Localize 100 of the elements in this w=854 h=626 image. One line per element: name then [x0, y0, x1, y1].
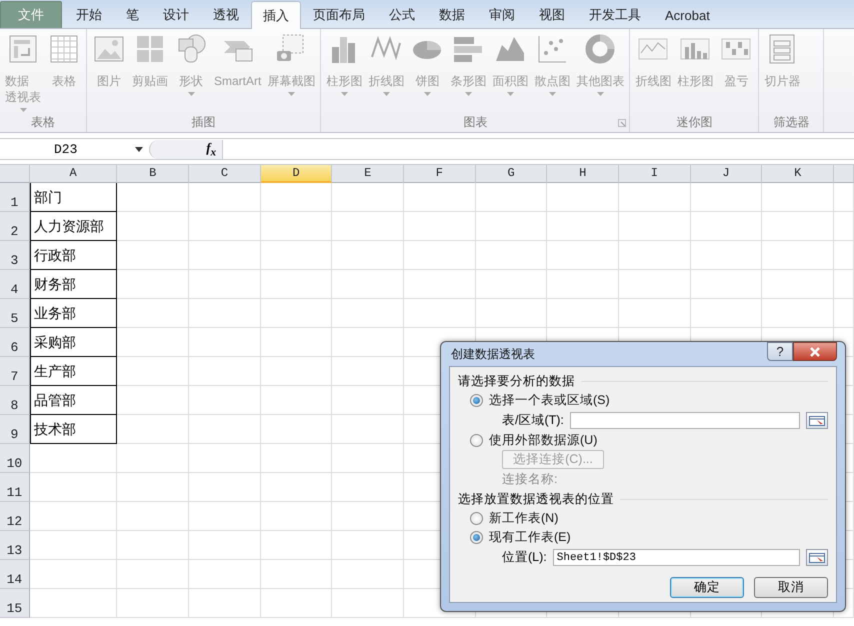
row-header[interactable]: 14 — [0, 560, 30, 589]
table-cell — [189, 270, 261, 299]
row-header[interactable]: 9 — [0, 415, 30, 444]
table-cell — [260, 270, 332, 299]
location-field[interactable]: Sheet1!$D$23 — [552, 549, 800, 566]
table-cell: 部门 — [30, 183, 118, 212]
group-label: 筛选器 — [773, 114, 810, 130]
column-header[interactable]: H — [547, 165, 620, 183]
table-cell — [189, 560, 261, 589]
row-header[interactable]: 7 — [0, 357, 30, 386]
row-header[interactable]: 10 — [0, 444, 30, 473]
table-cell — [476, 183, 548, 212]
table-cell — [260, 473, 332, 502]
table-cell — [834, 212, 854, 241]
table-cell — [260, 183, 332, 212]
table-cell — [404, 299, 476, 328]
table-cell — [404, 270, 476, 299]
row-header[interactable]: 13 — [0, 531, 30, 560]
table-cell — [834, 299, 854, 328]
column-header[interactable]: F — [404, 165, 476, 183]
row-header[interactable]: 1 — [0, 183, 30, 212]
table-cell — [189, 328, 261, 357]
table-cell: 业务部 — [30, 299, 118, 328]
table-cell — [690, 183, 762, 212]
row-header[interactable]: 2 — [0, 212, 30, 241]
ribbon-tab[interactable]: 公式 — [377, 1, 427, 28]
radio-option[interactable]: 现有工作表(E) — [458, 528, 828, 547]
row-header[interactable]: 12 — [0, 502, 30, 531]
table-cell: 财务部 — [30, 270, 118, 299]
table-cell — [260, 241, 332, 270]
table-cell — [834, 241, 854, 270]
ribbon-tab[interactable]: 笔 — [114, 1, 151, 28]
dropdown-arrow-icon[interactable] — [135, 146, 143, 152]
name-box[interactable]: D23 — [0, 142, 135, 156]
row-header[interactable]: 4 — [0, 270, 30, 299]
table-cell — [404, 183, 476, 212]
row-header[interactable]: 5 — [0, 299, 30, 328]
ribbon-tab[interactable]: Acrobat — [653, 1, 722, 28]
ribbon-tab[interactable]: 透视 — [201, 1, 251, 28]
insert-function-button[interactable]: f$_{x}$ — [206, 140, 216, 158]
table-cell — [189, 531, 261, 560]
group-label: 图表 — [462, 114, 488, 130]
table-cell — [476, 241, 548, 270]
dialog-button[interactable]: 确定 — [670, 577, 744, 598]
range-field[interactable] — [570, 412, 800, 429]
ribbon-tab[interactable]: 视图 — [527, 1, 577, 28]
ribbon-tab[interactable]: 页面布局 — [301, 1, 377, 28]
connection-name-label: 连接名称: — [501, 470, 558, 488]
radio-option[interactable]: 选择一个表或区域(S) — [458, 391, 828, 410]
row-header[interactable]: 3 — [0, 241, 30, 270]
table-cell — [690, 241, 762, 270]
table-cell — [189, 357, 261, 386]
radio-option[interactable]: 使用外部数据源(U) — [458, 431, 828, 450]
table-cell — [690, 270, 762, 299]
column-header[interactable]: I — [619, 165, 691, 183]
table-cell: 采购部 — [30, 328, 118, 357]
ribbon-tab[interactable]: 开始 — [64, 1, 114, 28]
column-header[interactable]: C — [189, 165, 261, 183]
table-cell — [189, 386, 261, 415]
row-header[interactable]: 15 — [0, 589, 30, 618]
ribbon-tab[interactable]: 审阅 — [477, 1, 527, 28]
dialog-title: 创建数据透视表 — [450, 346, 535, 362]
table-cell: 行政部 — [30, 241, 118, 270]
ribbon-tab[interactable]: 开发工具 — [577, 1, 653, 28]
table-cell — [260, 299, 332, 328]
radio-option[interactable]: 新工作表(N) — [458, 509, 828, 528]
table-cell — [260, 589, 332, 618]
pivot-table-icon — [7, 33, 39, 65]
range-picker-icon — [809, 552, 825, 562]
clip-art-icon — [134, 33, 166, 65]
row-header[interactable]: 8 — [0, 386, 30, 415]
ribbon-tab[interactable]: 数据 — [427, 1, 477, 28]
table-cell — [189, 502, 261, 531]
table-cell — [619, 183, 691, 212]
table-cell — [476, 270, 548, 299]
column-header[interactable]: A — [30, 165, 118, 183]
table-cell — [690, 212, 762, 241]
dialog-button[interactable]: 取消 — [754, 577, 828, 598]
table-cell — [189, 473, 261, 502]
row-header[interactable]: 6 — [0, 328, 30, 357]
help-button[interactable]: ? — [767, 342, 793, 361]
column-header[interactable]: E — [332, 165, 404, 183]
row-header[interactable]: 11 — [0, 473, 30, 502]
table-cell: 人力资源部 — [30, 212, 118, 241]
donut-chart-icon — [584, 33, 616, 65]
column-header[interactable]: J — [690, 165, 762, 183]
ribbon-tab[interactable]: 设计 — [151, 1, 201, 28]
table-icon — [48, 33, 80, 65]
column-header[interactable]: G — [476, 165, 548, 183]
field-label: 位置(L): — [502, 549, 547, 566]
ribbon-tab[interactable]: 插入 — [251, 1, 301, 29]
column-header[interactable]: B — [117, 165, 190, 183]
column-header[interactable]: D — [260, 165, 332, 183]
column-header[interactable]: K — [762, 165, 834, 183]
table-cell — [189, 444, 261, 473]
table-cell — [260, 357, 332, 386]
range-picker-button[interactable] — [806, 412, 828, 429]
range-picker-button[interactable] — [806, 549, 828, 566]
group-label: 插图 — [190, 114, 217, 130]
close-button[interactable] — [793, 342, 837, 361]
